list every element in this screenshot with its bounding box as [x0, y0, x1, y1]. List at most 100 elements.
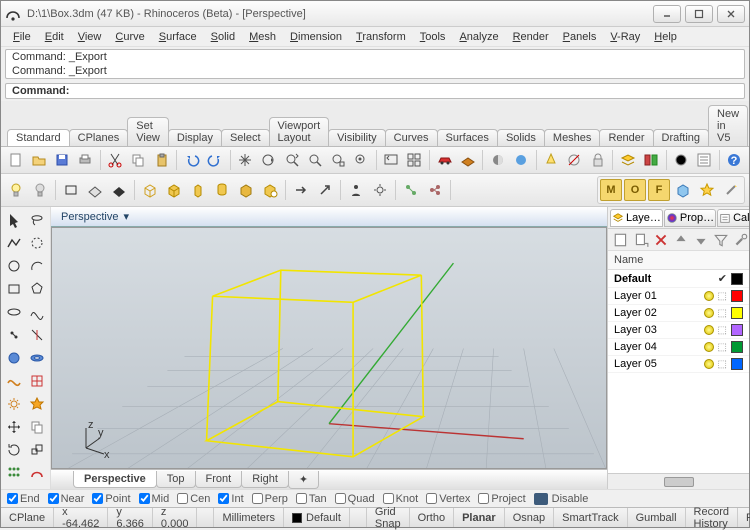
mesh-icon[interactable]: [26, 370, 48, 392]
osnap-quad[interactable]: Quad: [335, 493, 375, 505]
node1-icon[interactable]: [400, 179, 422, 201]
cube3d-icon[interactable]: [672, 179, 694, 201]
tab-surfaces[interactable]: Surfaces: [437, 129, 498, 146]
viewport-tab-add[interactable]: ✦: [288, 471, 319, 489]
zoom-selected-icon[interactable]: [350, 149, 371, 171]
lock-icon[interactable]: ⬚: [718, 342, 727, 353]
m-icon[interactable]: M: [600, 179, 622, 201]
status-smarttrack[interactable]: SmartTrack: [554, 508, 627, 527]
plane-icon[interactable]: [84, 179, 106, 201]
delete-layer-icon[interactable]: [652, 231, 670, 249]
tab-viewport-layout[interactable]: Viewport Layout: [269, 117, 330, 146]
status-layer[interactable]: Default: [284, 508, 350, 527]
scale-icon[interactable]: [26, 439, 48, 461]
osnap-mid[interactable]: Mid: [139, 493, 170, 505]
plane-fill-icon[interactable]: [108, 179, 130, 201]
bulb-icon[interactable]: [704, 359, 714, 369]
layer-row[interactable]: Layer 04⬚: [608, 339, 749, 356]
arrow-ne-icon[interactable]: [314, 179, 336, 201]
menu-help[interactable]: Help: [648, 31, 683, 43]
layers-icon[interactable]: [617, 149, 638, 171]
print-icon[interactable]: [75, 149, 96, 171]
status-x[interactable]: x -64.462: [54, 508, 108, 527]
cylinder-icon[interactable]: [211, 179, 233, 201]
hide-icon[interactable]: [564, 149, 585, 171]
viewport-tab-front[interactable]: Front: [195, 471, 243, 488]
torus-icon[interactable]: [26, 347, 48, 369]
osnap-check[interactable]: [48, 493, 59, 504]
bulb-icon[interactable]: [704, 342, 714, 352]
box2-icon[interactable]: [235, 179, 257, 201]
osnap-check[interactable]: [252, 493, 263, 504]
spotlight-icon[interactable]: [541, 149, 562, 171]
array-icon[interactable]: [3, 462, 25, 484]
tab-meshes[interactable]: Meshes: [544, 129, 601, 146]
color-swatch[interactable]: [731, 290, 743, 302]
osnap-int[interactable]: Int: [218, 493, 243, 505]
osnap-check[interactable]: [426, 493, 437, 504]
light-off-icon[interactable]: [29, 179, 51, 201]
osnap-check[interactable]: [139, 493, 150, 504]
viewport-tab-top[interactable]: Top: [156, 471, 196, 488]
menu-edit[interactable]: Edit: [39, 31, 70, 43]
rotate-view-icon[interactable]: [258, 149, 279, 171]
tab-cplanes[interactable]: CPlanes: [69, 129, 129, 146]
circle-icon[interactable]: [3, 255, 25, 277]
down-icon[interactable]: [692, 231, 710, 249]
status-ortho[interactable]: Ortho: [410, 508, 455, 527]
box-icon[interactable]: [163, 179, 185, 201]
tab-standard[interactable]: Standard: [7, 129, 70, 146]
f-icon[interactable]: F: [648, 179, 670, 201]
viewport-title[interactable]: Perspective ▾: [51, 208, 139, 225]
copy-icon[interactable]: [128, 149, 149, 171]
menu-file[interactable]: File: [7, 31, 37, 43]
osnap-project[interactable]: Project: [478, 493, 525, 505]
undo-view-icon[interactable]: [381, 149, 402, 171]
viewport-tab-perspective[interactable]: Perspective: [73, 471, 157, 488]
undo-icon[interactable]: [181, 149, 202, 171]
osnap-vertex[interactable]: Vertex: [426, 493, 470, 505]
osnap-point[interactable]: Point: [92, 493, 130, 505]
shade-icon[interactable]: [487, 149, 508, 171]
osnap-check[interactable]: [177, 493, 188, 504]
command-prompt[interactable]: Command:: [5, 83, 745, 99]
osnap-perp[interactable]: Perp: [252, 493, 288, 505]
cut-icon[interactable]: [105, 149, 126, 171]
osnap-check[interactable]: [478, 493, 489, 504]
panel-tab-1[interactable]: Prop…: [664, 209, 716, 227]
copy-icon[interactable]: [26, 416, 48, 438]
status-cplane[interactable]: CPlane: [1, 508, 54, 527]
box-tall-icon[interactable]: [187, 179, 209, 201]
osnap-check[interactable]: [218, 493, 229, 504]
bulb-icon[interactable]: [704, 325, 714, 335]
osnap-cen[interactable]: Cen: [177, 493, 210, 505]
maximize-button[interactable]: [685, 5, 713, 23]
filter-icon[interactable]: [712, 231, 730, 249]
osnap-check[interactable]: [7, 493, 18, 504]
minimize-button[interactable]: [653, 5, 681, 23]
detail-icon[interactable]: [259, 179, 281, 201]
layer-state-icon[interactable]: [640, 149, 661, 171]
menu-render[interactable]: Render: [507, 31, 555, 43]
star-icon[interactable]: [696, 179, 718, 201]
status-gap[interactable]: [197, 508, 214, 527]
layer-scrollbar[interactable]: [608, 473, 749, 489]
polygon-icon[interactable]: [26, 278, 48, 300]
menu-solid[interactable]: Solid: [205, 31, 241, 43]
color-swatch[interactable]: [731, 273, 743, 285]
arc-icon[interactable]: [26, 255, 48, 277]
new-sublayer-icon[interactable]: [632, 231, 650, 249]
viewport[interactable]: z x y: [51, 227, 607, 469]
tab-set-view[interactable]: Set View: [127, 117, 169, 146]
node2-icon[interactable]: [424, 179, 446, 201]
gear-small-icon[interactable]: [369, 179, 391, 201]
redo-icon[interactable]: [204, 149, 225, 171]
trim-icon[interactable]: [26, 324, 48, 346]
panel-tab-2[interactable]: Calc…: [717, 209, 749, 227]
menu-surface[interactable]: Surface: [153, 31, 203, 43]
osnap-knot[interactable]: Knot: [383, 493, 419, 505]
osnap-disable[interactable]: Disable: [534, 493, 589, 505]
layer-row[interactable]: Layer 05⬚: [608, 356, 749, 373]
status-filter[interactable]: Filter: [738, 508, 750, 527]
box-wire-icon[interactable]: [139, 179, 161, 201]
